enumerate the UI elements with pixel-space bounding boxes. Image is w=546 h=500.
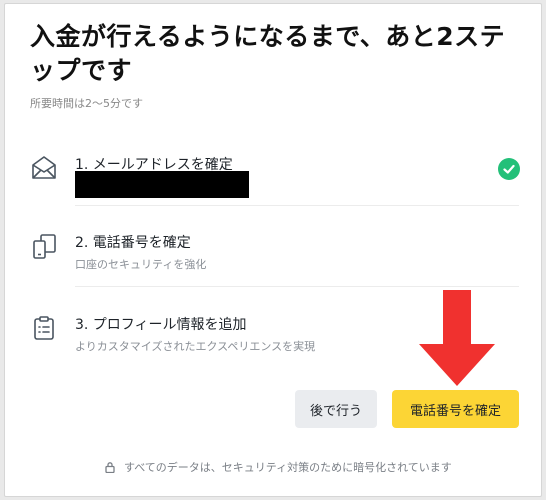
- annotation-arrow-icon: [419, 290, 495, 386]
- mail-icon: [30, 154, 58, 182]
- step-profile-desc: よりカスタマイズされたエクスペリエンスを実現: [75, 340, 316, 353]
- step-profile-title: 3. プロフィール情報を追加: [75, 317, 247, 333]
- divider: [75, 286, 519, 287]
- later-button[interactable]: 後で行う: [295, 390, 377, 428]
- redacted-email: [75, 171, 249, 198]
- onboarding-dialog: 入金が行えるようになるまで、あと2ステップです 所要時間は2～5分です 1. メ…: [4, 3, 542, 497]
- phone-icon: [30, 232, 58, 260]
- dialog-title: 入金が行えるようになるまで、あと2ステップです: [30, 22, 506, 85]
- confirm-phone-button[interactable]: 電話番号を確定: [392, 390, 519, 428]
- check-icon: [498, 158, 520, 180]
- security-note: すべてのデータは、セキュリティ対策のために暗号化されています: [104, 459, 452, 475]
- dialog-subtitle: 所要時間は2～5分です: [30, 97, 143, 110]
- security-note-text: すべてのデータは、セキュリティ対策のために暗号化されています: [124, 461, 452, 474]
- step-phone-desc: 口座のセキュリティを強化: [75, 258, 207, 271]
- clipboard-icon: [30, 314, 58, 342]
- divider: [75, 205, 519, 206]
- lock-icon: [105, 462, 115, 473]
- step-phone-title: 2. 電話番号を確定: [75, 235, 191, 251]
